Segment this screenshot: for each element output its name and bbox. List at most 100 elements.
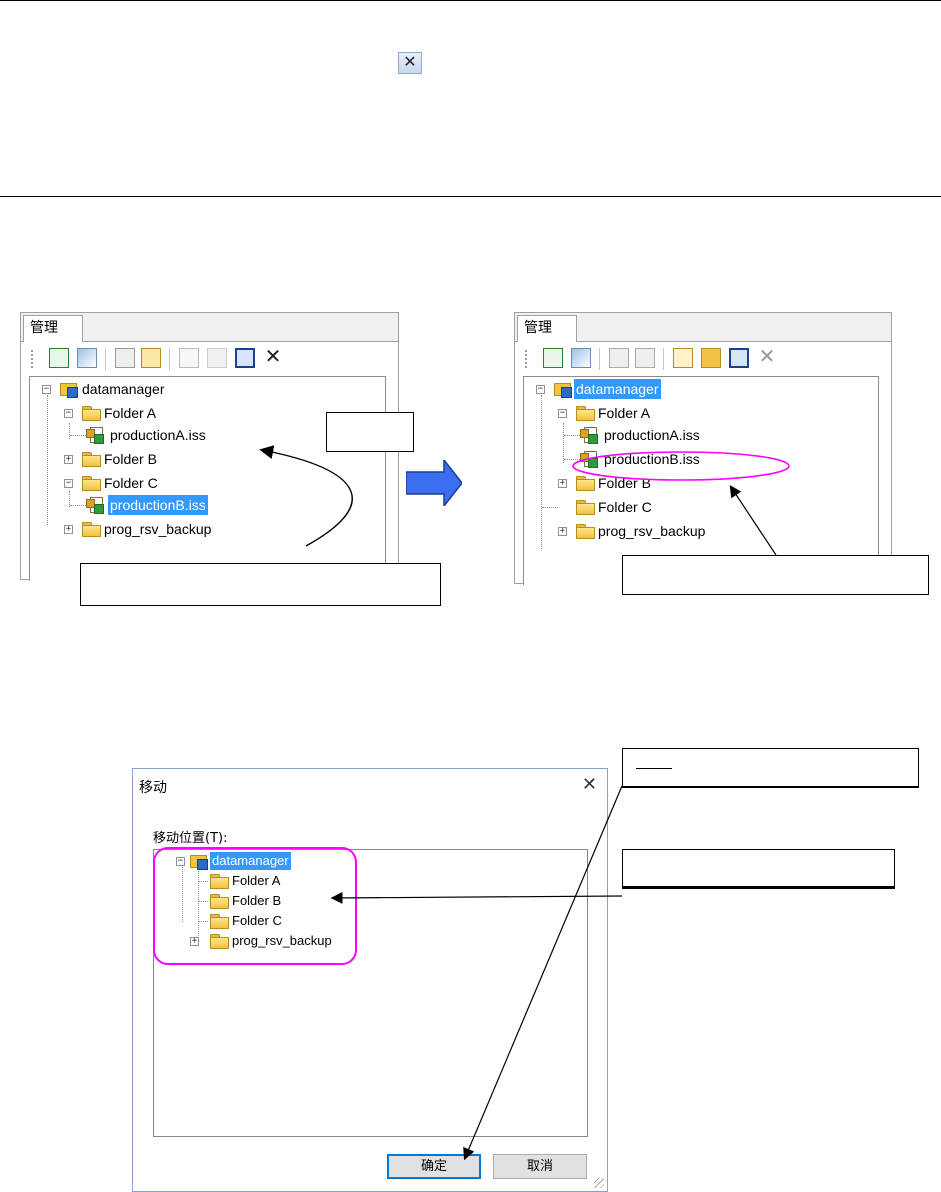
- resize-grip-icon[interactable]: [594, 1178, 604, 1188]
- toolbar-grip[interactable]: [525, 350, 529, 368]
- database-folder-icon: [190, 853, 208, 870]
- callout-box-tree-frame: [622, 849, 895, 887]
- tab-strip: 管理: [515, 313, 891, 342]
- tab-manage[interactable]: 管理: [517, 315, 577, 342]
- delete-icon[interactable]: ✕: [757, 347, 777, 368]
- ok-button[interactable]: 确定: [387, 1154, 481, 1179]
- collapse-icon[interactable]: −: [64, 409, 73, 418]
- toolbar-grip[interactable]: [31, 350, 35, 368]
- folder-icon: [82, 476, 101, 491]
- close-x-icon[interactable]: ✕: [398, 52, 422, 74]
- collapse-icon[interactable]: −: [536, 385, 545, 394]
- collapse-icon[interactable]: −: [42, 385, 51, 394]
- expand-icon[interactable]: +: [190, 937, 199, 946]
- node-label: Folder C: [232, 913, 282, 928]
- rename-icon[interactable]: [729, 348, 749, 368]
- tree-view[interactable]: − datamanager − Folder A productionA.iss…: [523, 376, 879, 585]
- node-label: Folder B: [104, 451, 157, 467]
- dialog-title: 移动: [139, 780, 167, 796]
- database-folder-icon: [60, 381, 78, 398]
- node-label: Folder B: [598, 475, 651, 491]
- new-file-icon[interactable]: [179, 348, 199, 368]
- folder-icon: [210, 934, 229, 949]
- node-label: prog_rsv_backup: [104, 521, 212, 537]
- program-file-icon: [86, 497, 104, 514]
- new-file-icon[interactable]: [673, 348, 693, 368]
- paste-icon[interactable]: [635, 348, 655, 368]
- cancel-button[interactable]: 取消: [493, 1154, 587, 1179]
- callout-divider: [622, 887, 895, 889]
- tree-line: [564, 435, 580, 436]
- delete-icon[interactable]: ✕: [263, 347, 283, 368]
- database-folder-icon: [554, 381, 572, 398]
- rename-icon[interactable]: [235, 348, 255, 368]
- callout-box-operation: [326, 412, 414, 452]
- expand-icon[interactable]: +: [64, 455, 73, 464]
- properties-icon[interactable]: [571, 348, 591, 368]
- node-label: productionA.iss: [604, 427, 700, 443]
- folder-icon: [210, 874, 229, 889]
- expand-icon[interactable]: +: [558, 479, 567, 488]
- node-label-selected: datamanager: [210, 852, 291, 870]
- collapse-icon[interactable]: −: [558, 409, 567, 418]
- tab-strip: 管理: [21, 313, 398, 342]
- move-dialog: 移动 ✕ 移动位置(T): − datamanager Folder A Fol…: [132, 768, 608, 1192]
- toolbar-separator: [105, 348, 106, 370]
- tree-line: [70, 505, 86, 506]
- expand-icon[interactable]: +: [64, 525, 73, 534]
- node-label: Folder C: [598, 499, 652, 515]
- node-label: Folder A: [104, 405, 157, 421]
- folder-icon: [210, 894, 229, 909]
- node-label: prog_rsv_backup: [232, 933, 332, 948]
- new-folder-icon[interactable]: [701, 348, 721, 368]
- paste-icon[interactable]: [141, 348, 161, 368]
- section-rule: [0, 196, 941, 197]
- tree-line: [542, 507, 558, 508]
- tree-line: [198, 921, 208, 922]
- refresh-icon[interactable]: [543, 348, 563, 368]
- close-icon[interactable]: ✕: [582, 775, 597, 793]
- after-panel: 管理 ✕ − datamanager − Folder A production: [514, 312, 892, 585]
- folder-icon: [210, 914, 229, 929]
- tab-manage[interactable]: 管理: [23, 315, 83, 342]
- top-rule: [0, 0, 941, 1]
- program-file-icon: [580, 451, 598, 468]
- tree-line: [541, 395, 542, 549]
- node-label: prog_rsv_backup: [598, 523, 706, 539]
- toolbar-separator: [599, 348, 600, 370]
- node-label: Folder B: [232, 893, 282, 908]
- refresh-icon[interactable]: [49, 348, 69, 368]
- tree-view[interactable]: − datamanager − Folder A productionA.iss…: [29, 376, 386, 581]
- folder-icon: [576, 476, 595, 491]
- toolbar: ✕: [515, 342, 891, 376]
- node-label: datamanager: [82, 381, 165, 397]
- node-label: Folder A: [232, 873, 281, 888]
- node-label-selected: datamanager: [574, 379, 661, 399]
- collapse-icon[interactable]: −: [64, 479, 73, 488]
- transition-arrow-icon: [406, 460, 462, 506]
- toolbar-separator: [663, 348, 664, 370]
- toolbar-separator: [169, 348, 170, 370]
- copy-icon[interactable]: [609, 348, 629, 368]
- properties-icon[interactable]: [77, 348, 97, 368]
- toolbar: ✕: [21, 342, 398, 376]
- node-label: productionA.iss: [110, 427, 206, 443]
- collapse-icon[interactable]: −: [176, 857, 185, 866]
- expand-icon[interactable]: +: [558, 527, 567, 536]
- new-folder-icon[interactable]: [207, 348, 227, 368]
- node-label: Folder A: [598, 405, 651, 421]
- tree-line: [563, 423, 564, 463]
- copy-icon[interactable]: [115, 348, 135, 368]
- program-file-icon: [86, 427, 104, 444]
- node-label: Folder C: [104, 475, 158, 491]
- folder-icon: [82, 452, 101, 467]
- destination-tree[interactable]: − datamanager Folder A Folder B Folder C…: [153, 849, 588, 1137]
- folder-icon: [576, 500, 595, 515]
- node-label: productionB.iss: [604, 451, 700, 467]
- folder-icon: [576, 406, 595, 421]
- program-file-icon: [580, 427, 598, 444]
- callout-box-ok: [622, 748, 919, 786]
- folder-icon: [82, 406, 101, 421]
- folder-icon: [82, 522, 101, 537]
- callout-box-after: [622, 555, 929, 595]
